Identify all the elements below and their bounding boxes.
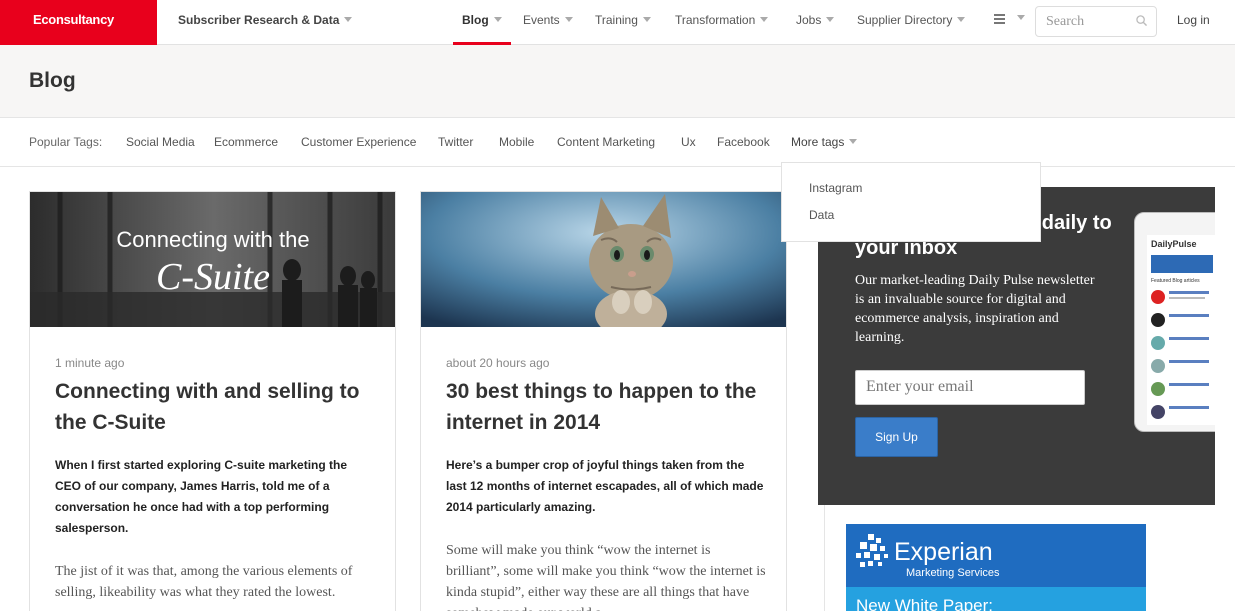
chevron-down-icon [760,17,769,22]
nav-transformation-label: Transformation [675,13,756,27]
tag-twitter[interactable]: Twitter [438,135,473,149]
article-image-csuite[interactable]: Connecting with the C-Suite [30,192,395,327]
dropdown-item-instagram[interactable]: Instagram [809,181,862,195]
more-tags-dropdown: Instagram Data [781,162,1041,242]
article-title[interactable]: 30 best things to happen to the internet… [446,376,766,438]
chevron-down-icon [642,17,651,22]
nav-jobs-label: Jobs [796,13,822,27]
nav-jobs[interactable]: Jobs [796,13,835,27]
chevron-down-icon [957,17,966,22]
article-lead: When I first started exploring C-suite m… [55,458,348,535]
nav-blog-label: Blog [462,13,489,27]
experian-logo-icon [856,534,888,567]
chevron-down-icon [826,17,835,22]
email-field[interactable]: Enter your email [855,370,1085,405]
tablet-screen: DailyPulse Featured Blog articles [1147,235,1215,425]
sign-up-button[interactable]: Sign Up [855,417,938,457]
article-timestamp: about 20 hours ago [446,356,550,370]
nav-training-label: Training [595,13,638,27]
hamburger-menu-icon[interactable] [994,14,1005,24]
subscriber-research-label: Subscriber Research & Data [178,13,340,27]
more-tags-button[interactable]: More tags [791,135,858,149]
search-icon[interactable] [1136,15,1147,26]
daily-pulse-tablet-image: DailyPulse Featured Blog articles [1134,212,1215,432]
tag-mobile[interactable]: Mobile [499,135,534,149]
kitten-photo [421,192,786,327]
chevron-down-icon [493,17,502,22]
ad-headline: New White Paper: [856,596,993,611]
ad-subtitle: Marketing Services [906,567,1000,579]
image-caption-line2: C-Suite [156,256,270,298]
tag-ecommerce[interactable]: Ecommerce [214,135,278,149]
popular-tags-bar: Popular Tags: Social Media Ecommerce Cus… [0,118,1235,167]
tablet-section-label: Featured Blog articles [1151,278,1200,284]
article-lead: Here’s a bumper crop of joyful things ta… [446,458,764,514]
chevron-down-icon [849,139,858,144]
subscriber-research-menu[interactable]: Subscriber Research & Data [178,13,353,27]
econsultancy-logo[interactable]: Econsultancy [0,0,157,45]
chevron-down-icon [564,17,573,22]
tag-facebook[interactable]: Facebook [717,135,770,149]
more-tags-label: More tags [791,135,845,149]
article-timestamp: 1 minute ago [55,356,125,370]
ad-brand: Experian [894,538,993,566]
chevron-down-icon [344,17,353,22]
nav-transformation[interactable]: Transformation [675,13,769,27]
article-card[interactable]: Connecting with the C-Suite 1 minute ago… [29,191,396,611]
dropdown-item-data[interactable]: Data [809,208,834,222]
article-image-kitten[interactable] [421,192,786,327]
csuite-photo: Connecting with the C-Suite [30,192,395,327]
blog-header: Blog [0,45,1235,118]
nav-blog[interactable]: Blog [453,13,511,45]
nav-supplier-directory-label: Supplier Directory [857,13,953,27]
nav-events-label: Events [523,13,560,27]
tag-ux[interactable]: Ux [681,135,696,149]
newsletter-description: Our market-leading Daily Pulse newslette… [855,273,1095,345]
article-body: Some will make you think “wow the intern… [446,543,766,611]
experian-ad-banner[interactable]: Experian Marketing Services New White Pa… [846,524,1146,611]
tablet-brand: DailyPulse [1151,239,1197,249]
chevron-down-icon [1017,15,1025,20]
tag-content-marketing[interactable]: Content Marketing [557,135,655,149]
login-link[interactable]: Log in [1177,13,1210,27]
nav-events[interactable]: Events [523,13,573,27]
tag-social-media[interactable]: Social Media [126,135,195,149]
nav-supplier-directory[interactable]: Supplier Directory [857,13,966,27]
nav-training[interactable]: Training [595,13,651,27]
article-title[interactable]: Connecting with and selling to the C-Sui… [55,376,375,438]
top-navigation: Econsultancy Subscriber Research & Data … [0,0,1235,45]
article-card[interactable]: about 20 hours ago 30 best things to hap… [420,191,787,611]
article-body: The jist of it was that, among the vario… [55,564,353,600]
popular-tags-label: Popular Tags: [29,135,103,149]
page-title: Blog [29,69,76,92]
image-caption-line1: Connecting with the [116,227,309,252]
tag-customer-experience[interactable]: Customer Experience [301,135,416,149]
